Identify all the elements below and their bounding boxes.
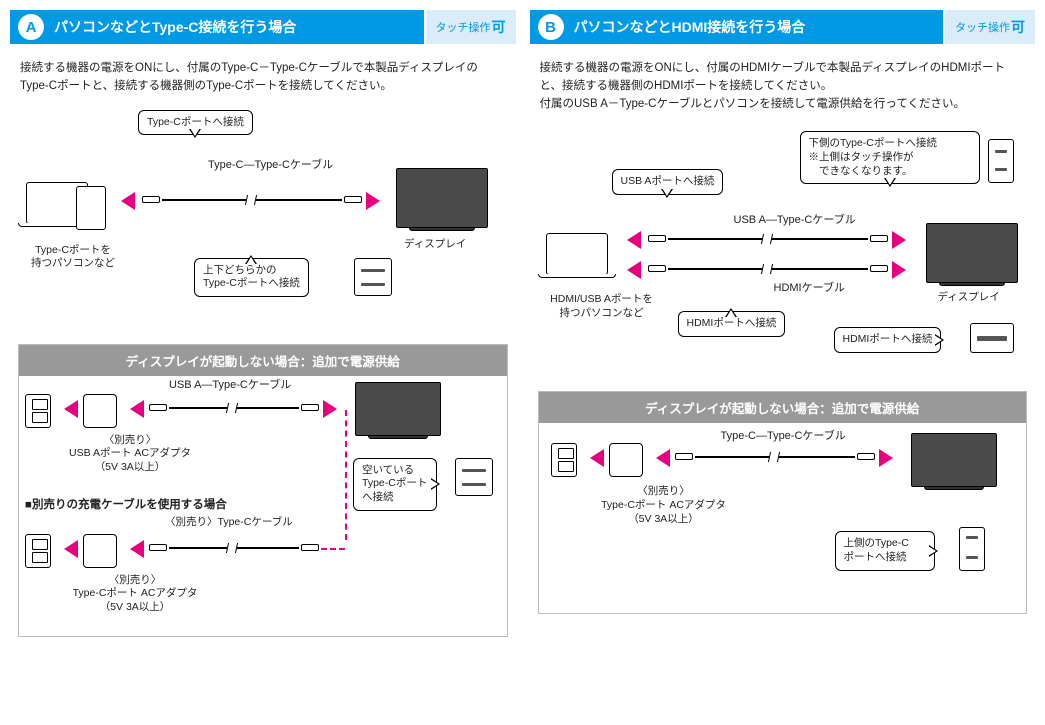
- plug-icon: [344, 196, 362, 203]
- ts-subheading: ■別売りの充電ケーブルを使用する場合: [25, 496, 227, 512]
- callout-hdmi-disp: HDMIポートへ接続: [834, 327, 942, 353]
- display-icon-a: [396, 168, 488, 228]
- ts-header-b: ディスプレイが起動しない場合：追加で電源供給: [539, 392, 1027, 423]
- troubleshoot-b: ディスプレイが起動しない場合：追加で電源供給 Type-C—Type-Cケーブル…: [538, 391, 1028, 614]
- ts-adapter1-label: 〈別売り〉 USB Aポート ACアダプタ （5V 3A以上）: [65, 434, 195, 475]
- device-label-b: HDMI/USB Aポートを 持つパソコンなど: [532, 293, 672, 320]
- arrow-right-icon: [323, 400, 346, 418]
- arrow-right-icon: [892, 231, 915, 249]
- title-text-b: パソコンなどとHDMI接続を行う場合: [574, 17, 806, 37]
- arrow-right-icon: [879, 449, 902, 467]
- port-box-icon: [354, 258, 392, 296]
- display-icon: [355, 382, 441, 436]
- cable-line-a: [162, 199, 342, 201]
- callout-usba-port: USB Aポートへ接続: [612, 169, 724, 195]
- troubleshoot-a: ディスプレイが起動しない場合：追加で電源供給 USB A—Type-Cケーブル …: [18, 344, 508, 637]
- plug-icon: [857, 453, 875, 460]
- ts-cable-label-b: Type-C—Type-Cケーブル: [721, 429, 846, 443]
- description-a: 接続する機器の電源をONにし、付属のType-C－Type-Cケーブルで本製品デ…: [20, 60, 506, 96]
- diagram-b: USB Aポートへ接続 下側のType-Cポートへ接続 ※上側はタッチ操作が で…: [538, 127, 1028, 387]
- display-icon-b: [926, 223, 1018, 283]
- arrow-left-icon: [647, 449, 670, 467]
- plug-icon: [870, 235, 888, 242]
- plug-icon: [149, 404, 167, 411]
- title-bar-b: B パソコンなどとHDMI接続を行う場合 タッチ操作可: [530, 10, 1036, 44]
- plug-icon: [675, 453, 693, 460]
- arrow-left-icon: [121, 400, 144, 418]
- arrow-left-icon: [581, 449, 604, 467]
- arrow-left-icon: [112, 192, 135, 210]
- plug-icon: [870, 265, 888, 272]
- adapter-icon: [83, 394, 117, 428]
- laptop-icon-b: [538, 233, 616, 278]
- badge-a: A: [18, 14, 44, 40]
- plug-icon: [301, 544, 319, 551]
- ts-header-a: ディスプレイが起動しない場合：追加で電源供給: [19, 345, 507, 376]
- port-box-icon: [988, 139, 1014, 183]
- arrow-right-icon: [892, 261, 915, 279]
- description-b: 接続する機器の電源をONにし、付属のHDMIケーブルで本製品ディスプレイのHDM…: [540, 60, 1026, 113]
- ts-cable1-label: USB A—Type-Cケーブル: [169, 378, 291, 392]
- display-label-a: ディスプレイ: [404, 238, 466, 252]
- dashed-line-icon: [345, 410, 347, 540]
- dashed-line-icon: [321, 548, 345, 550]
- title-main-b: B パソコンなどとHDMI接続を行う場合: [530, 10, 944, 44]
- cable-line: [695, 456, 855, 458]
- tablet-icon-a: [76, 186, 106, 230]
- device-label-a: Type-Cポートを 持つパソコンなど: [18, 244, 128, 271]
- callout-free-port: 空いている Type-Cポート へ接続: [353, 458, 437, 511]
- ts-adapter2-label: 〈別売り〉 Type-Cポート ACアダプタ （5V 3A以上）: [65, 574, 205, 615]
- arrow-right-icon: [366, 192, 389, 210]
- arrow-left-icon: [55, 540, 78, 558]
- adapter-icon: [83, 534, 117, 568]
- touch-tag-b: タッチ操作可: [945, 10, 1035, 44]
- arrow-left-icon: [55, 400, 78, 418]
- ts-adapter-label-b: 〈別売り〉 Type-Cポート ACアダプタ （5V 3A以上）: [589, 485, 739, 526]
- port-box-icon: [959, 527, 985, 571]
- adapter-icon: [609, 443, 643, 477]
- outlet-icon: [551, 443, 577, 477]
- display-icon: [911, 433, 997, 487]
- cable-hdmi-label: HDMIケーブル: [774, 281, 845, 295]
- plug-icon: [648, 235, 666, 242]
- hdmi-port-icon: [970, 323, 1014, 353]
- cable-line: [668, 268, 868, 270]
- arrow-left-icon: [618, 231, 641, 249]
- title-main-a: A パソコンなどとType-C接続を行う場合: [10, 10, 424, 44]
- plug-icon: [648, 265, 666, 272]
- cable-usb-label: USB A—Type-Cケーブル: [734, 213, 856, 227]
- callout-lower-port: 下側のType-Cポートへ接続 ※上側はタッチ操作が できなくなります。: [800, 131, 980, 184]
- callout-upper-port: 上側のType-C ポートへ接続: [835, 531, 935, 570]
- callout-either-port: 上下どちらかの Type-Cポートへ接続: [194, 258, 309, 297]
- display-label-b: ディスプレイ: [938, 291, 1000, 305]
- arrow-left-icon: [121, 540, 144, 558]
- plug-icon: [142, 196, 160, 203]
- panel-b: B パソコンなどとHDMI接続を行う場合 タッチ操作可 接続する機器の電源をON…: [530, 10, 1036, 647]
- outlet-icon: [25, 534, 51, 568]
- cable-line: [169, 407, 299, 409]
- badge-b: B: [538, 14, 564, 40]
- callout-typec-port: Type-Cポートへ接続: [138, 110, 253, 136]
- title-bar-a: A パソコンなどとType-C接続を行う場合 タッチ操作可: [10, 10, 516, 44]
- cable-line: [169, 547, 299, 549]
- diagram-a: Type-Cポートへ接続 Type-C—Type-Cケーブル Type-Cポート…: [18, 110, 508, 340]
- plug-icon: [301, 404, 319, 411]
- arrow-left-icon: [618, 261, 641, 279]
- outlet-icon: [25, 394, 51, 428]
- callout-hdmi-pc: HDMIポートへ接続: [678, 311, 786, 337]
- ts-cable2-label: 〈別売り〉Type-Cケーブル: [165, 516, 293, 530]
- touch-tag-a: タッチ操作可: [426, 10, 516, 44]
- cable-label-a: Type-C—Type-Cケーブル: [208, 158, 333, 172]
- cable-line: [668, 238, 868, 240]
- plug-icon: [149, 544, 167, 551]
- port-box-icon: [455, 458, 493, 496]
- panel-a: A パソコンなどとType-C接続を行う場合 タッチ操作可 接続する機器の電源を…: [10, 10, 516, 647]
- title-text-a: パソコンなどとType-C接続を行う場合: [54, 17, 296, 37]
